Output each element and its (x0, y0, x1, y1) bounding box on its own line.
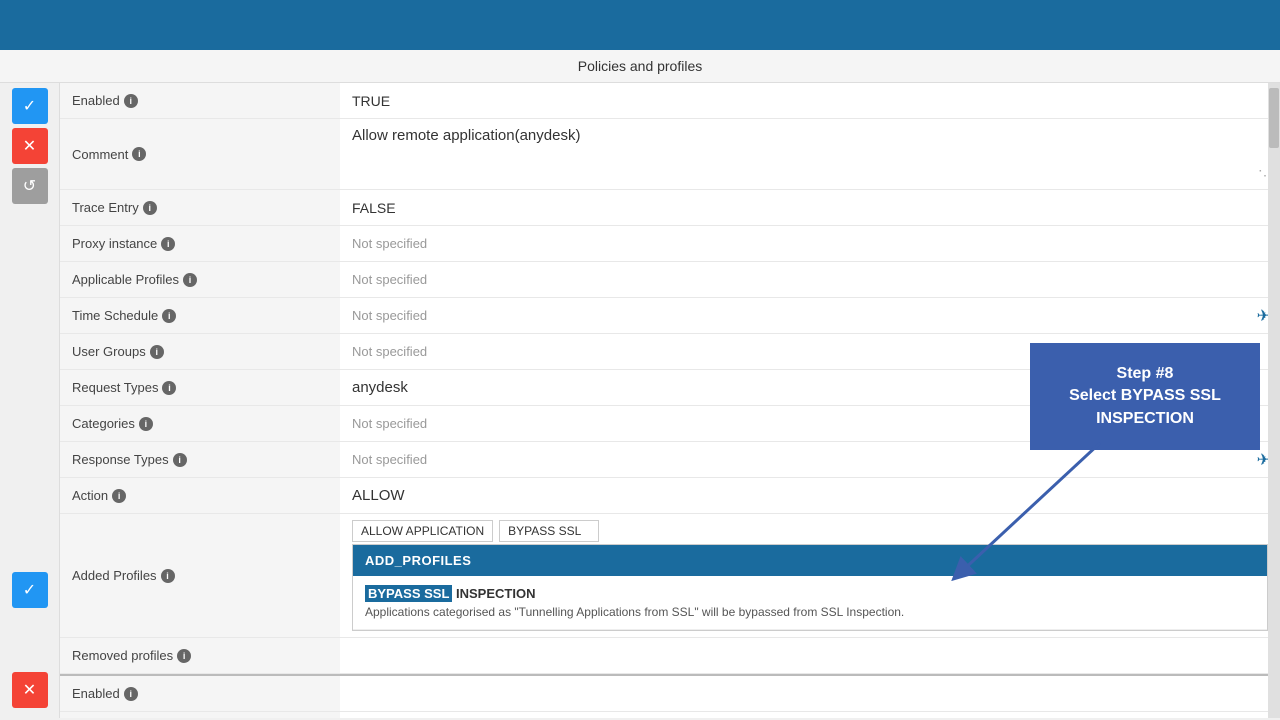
cancel-button[interactable]: ✕ (12, 128, 48, 164)
callout-arrow (950, 443, 1150, 603)
enabled-label-2: Enabled i (60, 676, 340, 711)
allow-application-tag: ALLOW APPLICATION (352, 520, 493, 542)
time-schedule-value: Not specified ✈ (340, 298, 1280, 333)
callout-box: Step #8 Select BYPASS SSL INSPECTION (1030, 343, 1260, 450)
applicable-profiles-row: Applicable Profiles i Not specified (60, 262, 1280, 298)
reset-button[interactable]: ↺ (12, 168, 48, 204)
proxy-instance-text: Not specified (352, 236, 427, 251)
content-area: Enabled i TRUE Comment i Allow remote ap… (60, 83, 1280, 718)
comment-value-2 (340, 712, 1280, 718)
proxy-instance-value: Not specified (340, 226, 1280, 261)
left-toolbar: ✓ ✕ ↺ ✓ ✕ (0, 83, 60, 718)
removed-profiles-value (340, 638, 1280, 673)
scrollbar[interactable] (1268, 83, 1280, 718)
comment-label-2: Comment i (60, 712, 340, 718)
applicable-profiles-text: Not specified (352, 272, 427, 287)
proxy-info-icon[interactable]: i (161, 237, 175, 251)
comment-row: Comment i Allow remote application(anyde… (60, 119, 1280, 190)
removed-profiles-row: Removed profiles i (60, 638, 1280, 674)
bypass-ssl-input[interactable] (499, 520, 599, 542)
check-button-2[interactable]: ✓ (12, 572, 48, 608)
trace-entry-label: Trace Entry i (60, 190, 340, 225)
comment-info-icon[interactable]: i (132, 147, 146, 161)
proxy-instance-row: Proxy instance i Not specified (60, 226, 1280, 262)
bottom-section: Enabled i Comment i Trace Entry i FALSE (60, 674, 1280, 718)
comment-value[interactable]: Allow remote application(anydesk) ⋱ (340, 119, 1280, 189)
request-types-text: anydesk (352, 379, 408, 396)
bypass-ssl-highlight: BYPASS SSL (365, 585, 452, 602)
trace-entry-row: Trace Entry i FALSE (60, 190, 1280, 226)
title-bar: Policies and profiles (0, 50, 1280, 83)
user-groups-label: User Groups i (60, 334, 340, 369)
removed-profiles-label: Removed profiles i (60, 638, 340, 673)
enabled-row-2: Enabled i (60, 676, 1280, 712)
enabled-text: TRUE (352, 93, 390, 109)
trace-info-icon[interactable]: i (143, 201, 157, 215)
action-label: Action i (60, 478, 340, 513)
enabled-value: TRUE (340, 83, 1280, 118)
callout-container: Step #8 Select BYPASS SSL INSPECTION (1030, 343, 1260, 450)
applicable-profiles-label: Applicable Profiles i (60, 262, 340, 297)
enabled-row: Enabled i TRUE (60, 83, 1280, 119)
request-types-info-icon[interactable]: i (162, 381, 176, 395)
response-types-info-icon[interactable]: i (173, 453, 187, 467)
proxy-instance-label: Proxy instance i (60, 226, 340, 261)
comment-row-2: Comment i (60, 712, 1280, 718)
callout-text: Select BYPASS SSL INSPECTION (1055, 385, 1235, 430)
time-schedule-row: Time Schedule i Not specified ✈ (60, 298, 1280, 334)
action-text: ALLOW (352, 487, 405, 504)
profiles-input-area[interactable]: ALLOW APPLICATION (352, 520, 599, 542)
action-info-icon[interactable]: i (112, 489, 126, 503)
time-schedule-info-icon[interactable]: i (162, 309, 176, 323)
categories-info-icon[interactable]: i (139, 417, 153, 431)
applicable-profiles-value: Not specified (340, 262, 1280, 297)
enabled-label: Enabled i (60, 83, 340, 118)
enabled-info-icon-2[interactable]: i (124, 687, 138, 701)
trace-entry-value: FALSE (340, 190, 1280, 225)
response-types-label: Response Types i (60, 442, 340, 477)
check-button[interactable]: ✓ (12, 88, 48, 124)
bypass-ssl-suffix: INSPECTION (456, 586, 535, 601)
user-groups-text: Not specified (352, 344, 427, 359)
scrollbar-thumb[interactable] (1269, 88, 1279, 148)
response-types-text: Not specified (352, 452, 427, 467)
enabled-info-icon[interactable]: i (124, 94, 138, 108)
user-groups-info-icon[interactable]: i (150, 345, 164, 359)
enabled-value-2 (340, 676, 1280, 711)
added-profiles-label: Added Profiles i (60, 514, 340, 637)
categories-label: Categories i (60, 406, 340, 441)
dropdown-item-desc: Applications categorised as "Tunnelling … (365, 605, 1255, 619)
title-text: Policies and profiles (578, 58, 703, 74)
added-profiles-info-icon[interactable]: i (161, 569, 175, 583)
top-bar (0, 0, 1280, 50)
request-types-label: Request Types i (60, 370, 340, 405)
callout-step: Step #8 (1055, 363, 1235, 385)
categories-text: Not specified (352, 416, 427, 431)
removed-profiles-info-icon[interactable]: i (177, 649, 191, 663)
trace-entry-text: FALSE (352, 200, 396, 216)
applicable-profiles-info-icon[interactable]: i (183, 273, 197, 287)
comment-text: Allow remote application(anydesk) (352, 127, 580, 144)
time-schedule-label: Time Schedule i (60, 298, 340, 333)
cancel-button-2[interactable]: ✕ (12, 672, 48, 708)
comment-label: Comment i (60, 119, 340, 189)
time-schedule-text: Not specified (352, 308, 427, 323)
